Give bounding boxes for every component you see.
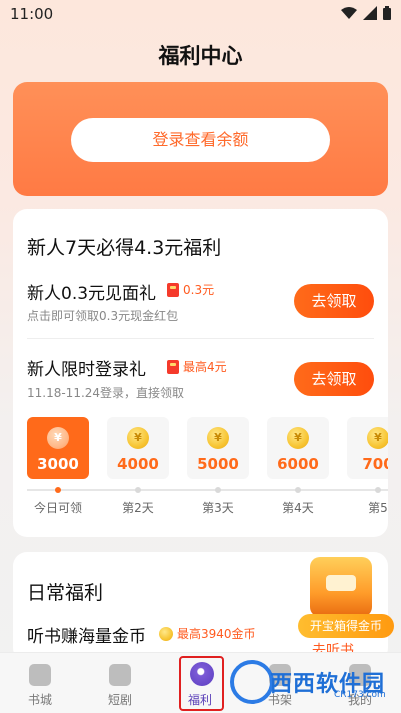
day-label: 第3天 bbox=[202, 501, 234, 515]
task-tag-gift-text: 0.3元 bbox=[183, 283, 215, 297]
home-icon bbox=[29, 664, 51, 686]
task-title-login: 新人限时登录礼 bbox=[27, 360, 146, 380]
coin-icon: ¥ bbox=[127, 427, 149, 449]
day-box-3[interactable]: ¥ 5000 bbox=[187, 417, 249, 479]
watermark-url: CR173.com bbox=[334, 690, 386, 700]
task-sub-gift: 点击即可领取0.3元现金红包 bbox=[27, 309, 179, 323]
wifi-icon bbox=[341, 7, 357, 19]
tab-bookstore[interactable]: 书城 bbox=[0, 653, 80, 713]
coin-amount: 3000 bbox=[37, 455, 79, 473]
page-title: 福利中心 bbox=[158, 44, 243, 68]
claim-gift-button[interactable]: 去领取 bbox=[294, 284, 374, 318]
claim-login-button[interactable]: 去领取 bbox=[294, 362, 374, 396]
welfare-tab-highlight bbox=[179, 656, 224, 711]
coin-amount: 4000 bbox=[117, 455, 159, 473]
task-tag-login: 最高4元 bbox=[167, 358, 227, 375]
progress-dot bbox=[135, 487, 141, 493]
day-box-4[interactable]: ¥ 6000 bbox=[267, 417, 329, 479]
coin-amount: 5000 bbox=[197, 455, 239, 473]
task-title-listen: 听书赚海量金币 bbox=[27, 627, 146, 647]
tab-label: 短剧 bbox=[107, 693, 132, 707]
red-packet-icon bbox=[167, 359, 179, 374]
coin-icon bbox=[159, 626, 173, 641]
day-box-2[interactable]: ¥ 4000 bbox=[107, 417, 169, 479]
play-icon bbox=[109, 664, 131, 686]
day-box-1[interactable]: ¥ 3000 bbox=[27, 417, 89, 479]
treasure-banner[interactable]: 开宝箱得金币 bbox=[298, 614, 394, 638]
task-tag-login-text: 最高4元 bbox=[183, 360, 227, 374]
task-title-gift: 新人0.3元见面礼 bbox=[27, 284, 157, 304]
coin-icon: ¥ bbox=[367, 427, 388, 449]
progress-dot bbox=[295, 487, 301, 493]
task-sub-login: 11.18-11.24登录，直接领取 bbox=[27, 386, 185, 400]
coin-icon: ¥ bbox=[207, 427, 229, 449]
tab-label: 书城 bbox=[27, 693, 52, 707]
treasure-chest-icon bbox=[310, 557, 372, 617]
task-tag-gift: 0.3元 bbox=[167, 281, 214, 298]
day-label: 第2天 bbox=[122, 501, 154, 515]
battery-icon bbox=[383, 6, 391, 20]
day-label: 第4天 bbox=[282, 501, 314, 515]
coin-icon: ¥ bbox=[287, 427, 309, 449]
red-packet-icon bbox=[167, 282, 179, 297]
progress-line bbox=[27, 489, 388, 491]
divider bbox=[27, 338, 374, 339]
day-label: 第5 bbox=[368, 501, 388, 515]
coin-icon: ¥ bbox=[47, 427, 69, 449]
day-label: 今日可领 bbox=[33, 501, 82, 515]
newbie-welfare-card: 新人7天必得4.3元福利 新人0.3元见面礼 0.3元 点击即可领取0.3元现金… bbox=[13, 209, 388, 537]
balance-card: 登录查看余额 bbox=[13, 82, 388, 196]
watermark-logo: 西西软件园 CR173.com bbox=[230, 660, 395, 704]
progress-dot bbox=[55, 487, 61, 493]
signal-icon bbox=[363, 6, 377, 20]
day-box-5[interactable]: ¥ 700 bbox=[347, 417, 388, 479]
progress-dot bbox=[215, 487, 221, 493]
coin-amount: 700 bbox=[362, 455, 388, 473]
daily-card-heading: 日常福利 bbox=[27, 582, 104, 604]
task-tag-listen-text: 最高3940金币 bbox=[177, 627, 256, 641]
status-time: 11:00 bbox=[10, 5, 54, 23]
coin-amount: 6000 bbox=[277, 455, 319, 473]
status-icons bbox=[341, 6, 391, 20]
task-tag-listen: 最高3940金币 bbox=[159, 625, 256, 642]
progress-dot bbox=[375, 487, 381, 493]
status-bar: 11:00 bbox=[0, 0, 401, 30]
login-view-balance-button[interactable]: 登录查看余额 bbox=[71, 118, 330, 162]
tab-short-drama[interactable]: 短剧 bbox=[80, 653, 160, 713]
newbie-card-heading: 新人7天必得4.3元福利 bbox=[27, 237, 222, 259]
